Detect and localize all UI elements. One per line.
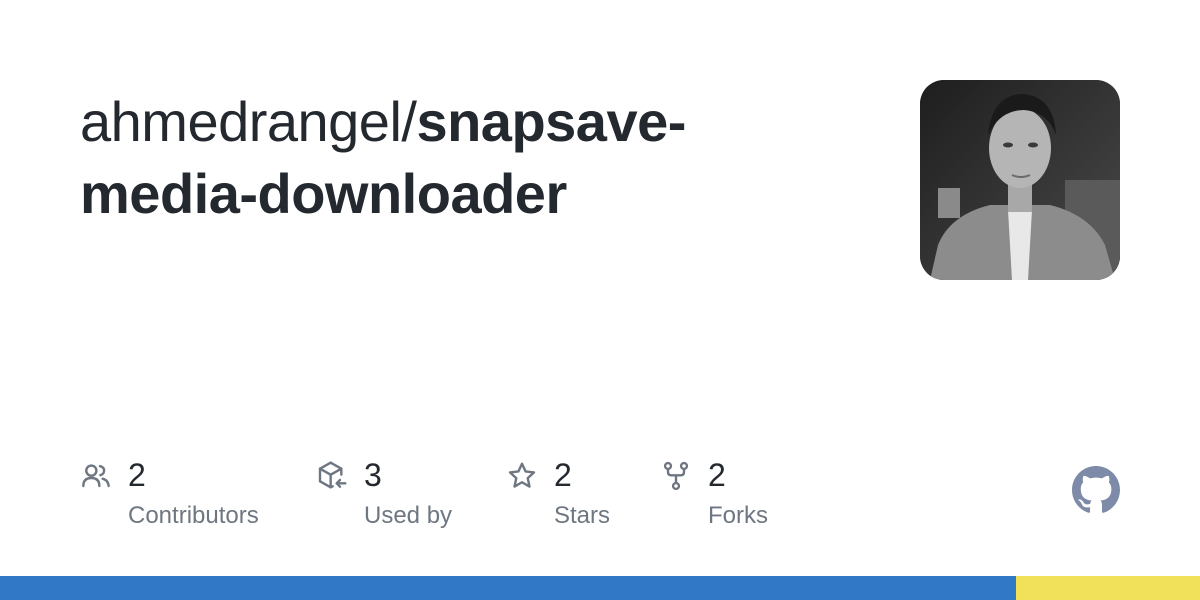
- people-icon: [82, 464, 110, 488]
- language-segment-typescript: [0, 576, 1017, 600]
- repo-name-line2: media-downloader: [80, 162, 567, 225]
- repo-name-line1: snapsave-: [416, 90, 686, 153]
- repo-owner: ahmedrangel/: [80, 90, 417, 153]
- stat-value: 2: [708, 457, 726, 493]
- avatar: [920, 80, 1120, 280]
- package-dependents-icon: [318, 461, 347, 489]
- star-icon: [508, 462, 536, 488]
- stat-value: 3: [364, 457, 382, 493]
- language-segment-javascript: [1016, 576, 1200, 600]
- repo-title: ahmedrangel/snapsave- media-downloader: [80, 86, 840, 230]
- stat-value: 2: [554, 457, 572, 493]
- stat-label: Stars: [554, 502, 611, 529]
- repo-forked-icon: [663, 461, 689, 491]
- stat-label: Used by: [364, 502, 453, 529]
- stat-label: Forks: [708, 502, 768, 529]
- stat-value: 2: [128, 457, 146, 493]
- language-bar: [0, 576, 1200, 600]
- stat-label: Contributors: [128, 502, 259, 529]
- github-logo-icon[interactable]: [1072, 466, 1120, 514]
- avatar-photo: [920, 80, 1120, 280]
